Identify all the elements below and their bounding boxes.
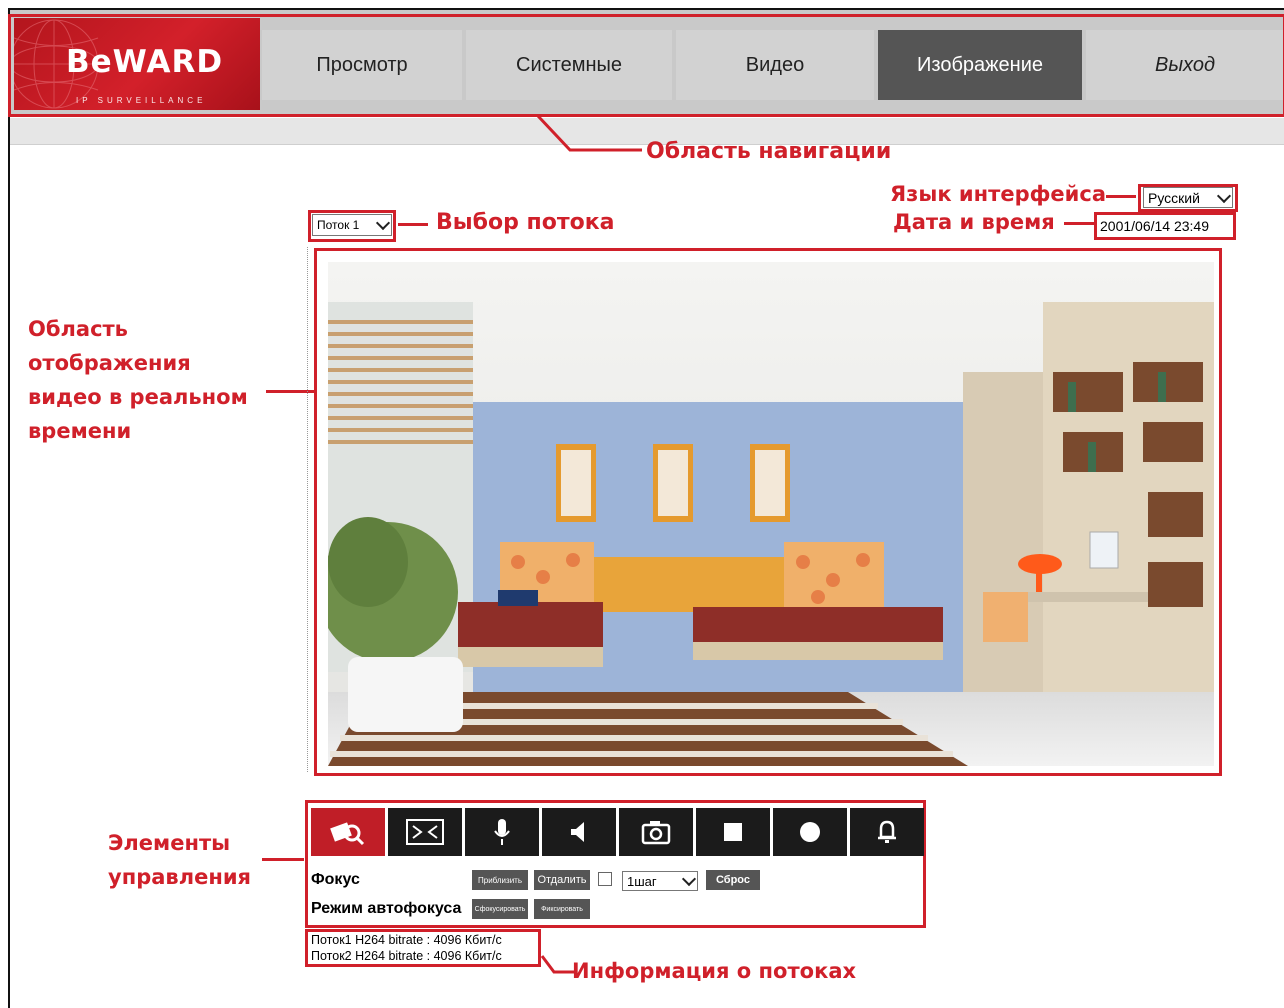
stream-info-line-1: Поток1 H264 bitrate : 4096 Кбит/с xyxy=(311,933,502,947)
chevron-down-icon xyxy=(375,215,391,231)
alarm-bell-icon xyxy=(878,820,896,843)
microphone-icon xyxy=(494,819,510,845)
datetime-display: 2001/06/14 23:49 xyxy=(1100,218,1209,234)
stop-icon xyxy=(724,823,742,841)
zoom-view-icon xyxy=(330,822,365,846)
stream-select[interactable]: Поток 1 xyxy=(312,214,392,236)
video-left-divider xyxy=(307,247,308,772)
focus-step-value: 1шаг xyxy=(627,873,657,889)
focus-label: Фокус xyxy=(311,871,360,888)
zoom-out-button[interactable]: Отдалить xyxy=(534,870,590,890)
snapshot-button[interactable] xyxy=(619,808,693,856)
controls-annotation-line: Элементы xyxy=(108,831,231,855)
record-button[interactable] xyxy=(773,808,847,856)
controls-annotation-line: управления xyxy=(108,865,252,889)
nav-area-highlight xyxy=(8,14,1284,117)
snapshot-camera-icon xyxy=(641,821,671,845)
record-icon xyxy=(800,822,820,842)
reset-button[interactable]: Сброс xyxy=(706,870,760,890)
controls-annotation: Элементы управления xyxy=(108,826,251,894)
stream-info-annotation: Информация о потоках xyxy=(572,959,857,983)
nav-annotation-pointer xyxy=(536,114,642,152)
video-area-pointer xyxy=(266,390,316,393)
nav-area-annotation: Область навигации xyxy=(646,139,892,164)
language-pointer xyxy=(1106,195,1136,198)
language-value: Русский xyxy=(1148,189,1200,206)
fit-screen-icon xyxy=(406,819,444,845)
speaker-icon xyxy=(571,822,584,842)
video-area-annotation: Область отображения видео в реальном вре… xyxy=(28,312,248,448)
autofocus-label: Режим автофокуса xyxy=(311,900,462,917)
language-select[interactable]: Русский xyxy=(1143,187,1233,208)
controls-pointer xyxy=(262,858,304,861)
stream-select-value: Поток 1 xyxy=(317,218,360,232)
video-area-annotation-line: Область xyxy=(28,317,128,341)
zoom-view-button[interactable] xyxy=(311,808,385,856)
alarm-button[interactable] xyxy=(850,808,924,856)
microphone-button[interactable] xyxy=(465,808,539,856)
video-area-annotation-line: отображения xyxy=(28,351,191,375)
autofocus-focus-button[interactable]: Сфокусировать xyxy=(472,899,528,919)
autofocus-fix-button[interactable]: Фиксировать xyxy=(534,899,590,919)
video-area-annotation-line: видео в реальном xyxy=(28,385,248,409)
focus-checkbox[interactable] xyxy=(598,872,612,886)
fit-screen-button[interactable] xyxy=(388,808,462,856)
stream-select-pointer xyxy=(398,223,428,226)
chevron-down-icon xyxy=(1216,188,1232,203)
chevron-down-icon xyxy=(681,871,697,887)
live-video-view[interactable] xyxy=(328,262,1214,766)
video-area-annotation-line: времени xyxy=(28,419,132,443)
language-annotation: Язык интерфейса xyxy=(890,182,1107,206)
zoom-in-button[interactable]: Приблизить xyxy=(472,870,528,890)
stream-info-line-2: Поток2 H264 bitrate : 4096 Кбит/с xyxy=(311,949,502,963)
speaker-button[interactable] xyxy=(542,808,616,856)
datetime-pointer xyxy=(1064,222,1094,225)
room-scene-image xyxy=(328,262,1214,766)
stream-select-annotation: Выбор потока xyxy=(436,210,615,235)
focus-step-select[interactable]: 1шаг xyxy=(622,871,698,891)
datetime-annotation: Дата и время xyxy=(893,210,1055,234)
stop-button[interactable] xyxy=(696,808,770,856)
